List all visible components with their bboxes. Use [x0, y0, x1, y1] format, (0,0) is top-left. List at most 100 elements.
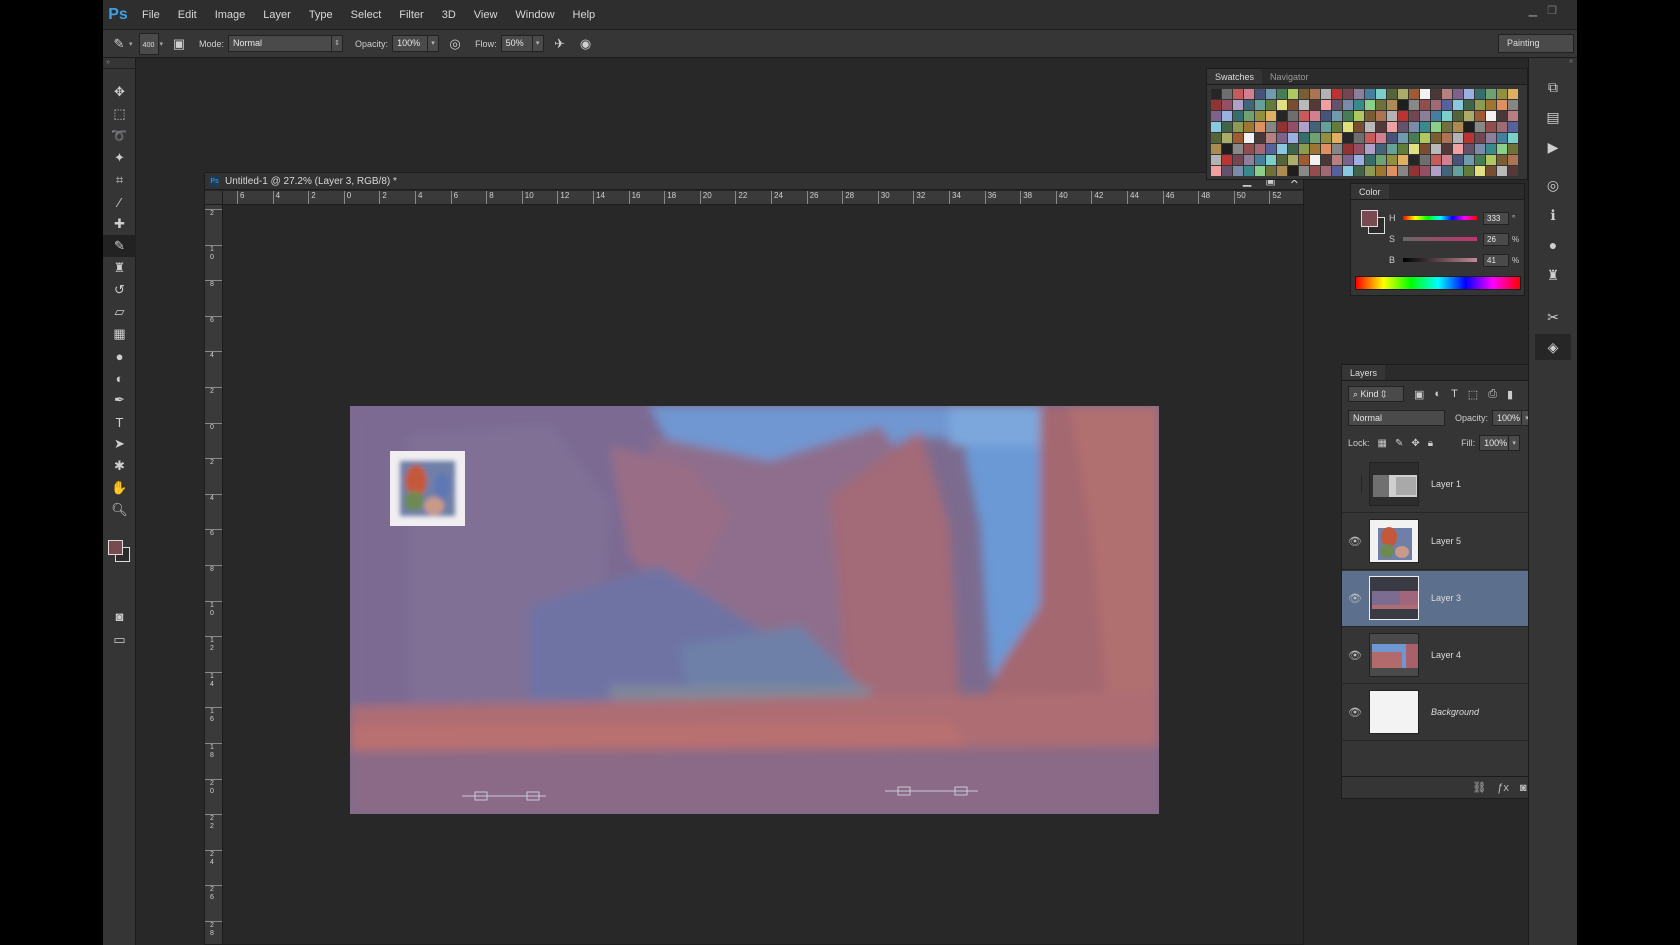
swatch-cell[interactable] [1497, 100, 1507, 110]
swatch-cell[interactable] [1387, 89, 1397, 99]
swatch-cell[interactable] [1497, 133, 1507, 143]
gradient-tool-icon[interactable]: ▦ [103, 323, 136, 345]
swatch-cell[interactable] [1420, 111, 1430, 121]
swatch-cell[interactable] [1332, 89, 1342, 99]
swatch-cell[interactable] [1299, 133, 1309, 143]
swatch-cell[interactable] [1310, 166, 1320, 176]
swatch-cell[interactable] [1420, 166, 1430, 176]
quick-mask-icon[interactable]: ◙ [103, 605, 136, 627]
swatch-cell[interactable] [1332, 122, 1342, 132]
swatch-cell[interactable] [1244, 144, 1254, 154]
menu-view[interactable]: View [465, 0, 507, 30]
swatch-cell[interactable] [1277, 144, 1287, 154]
swatch-cell[interactable] [1486, 89, 1496, 99]
lock-pixels-icon[interactable]: ✎ [1395, 438, 1403, 449]
blend-mode-select[interactable]: Normal [1348, 410, 1445, 426]
pressure-opacity-icon[interactable]: ◎ [445, 34, 465, 54]
swatch-cell[interactable] [1387, 155, 1397, 165]
swatch-cell[interactable] [1310, 111, 1320, 121]
swatch-cell[interactable] [1255, 100, 1265, 110]
swatch-cell[interactable] [1343, 166, 1353, 176]
menu-help[interactable]: Help [564, 0, 605, 30]
swatch-cell[interactable] [1244, 111, 1254, 121]
swatch-cell[interactable] [1475, 111, 1485, 121]
fill-field[interactable]: 100% [1479, 435, 1510, 451]
swatch-cell[interactable] [1244, 89, 1254, 99]
swatch-cell[interactable] [1497, 89, 1507, 99]
lasso-tool-icon[interactable]: ➰ [103, 125, 136, 147]
swatch-cell[interactable] [1376, 133, 1386, 143]
swatch-cell[interactable] [1398, 133, 1408, 143]
swatch-cell[interactable] [1343, 155, 1353, 165]
swatch-cell[interactable] [1376, 100, 1386, 110]
dodge-tool-icon[interactable]: ◐ [103, 367, 136, 389]
menu-filter[interactable]: Filter [390, 0, 432, 30]
swatch-cell[interactable] [1299, 122, 1309, 132]
swatch-cell[interactable] [1354, 122, 1364, 132]
swatch-cell[interactable] [1464, 144, 1474, 154]
swatch-cell[interactable] [1420, 100, 1430, 110]
swatch-cell[interactable] [1354, 144, 1364, 154]
swatch-cell[interactable] [1464, 155, 1474, 165]
swatch-cell[interactable] [1497, 166, 1507, 176]
swatch-cell[interactable] [1420, 133, 1430, 143]
swatch-cell[interactable] [1266, 89, 1276, 99]
eye-icon[interactable]: 👁︎ [1348, 706, 1362, 720]
swatch-cell[interactable] [1420, 122, 1430, 132]
swatch-cell[interactable] [1211, 100, 1221, 110]
layer-name[interactable]: Layer 5 [1431, 536, 1461, 546]
swatch-cell[interactable] [1310, 122, 1320, 132]
actions-panel-icon[interactable]: ▶ [1535, 134, 1571, 160]
swatch-cell[interactable] [1343, 111, 1353, 121]
color-foreground-swatch[interactable] [1361, 210, 1378, 227]
swatch-cell[interactable] [1508, 89, 1518, 99]
swatch-cell[interactable] [1233, 144, 1243, 154]
swatch-cell[interactable] [1398, 122, 1408, 132]
swatch-cell[interactable] [1321, 89, 1331, 99]
swatch-cell[interactable] [1453, 111, 1463, 121]
swatch-cell[interactable] [1343, 122, 1353, 132]
swatch-cell[interactable] [1409, 100, 1419, 110]
swatch-cell[interactable] [1497, 122, 1507, 132]
swatch-cell[interactable] [1409, 155, 1419, 165]
add-mask-icon[interactable]: ◙ [1520, 782, 1527, 794]
swatch-cell[interactable] [1486, 133, 1496, 143]
swatch-cell[interactable] [1409, 122, 1419, 132]
styles-panel-icon[interactable]: ● [1535, 232, 1571, 258]
swatch-cell[interactable] [1475, 166, 1485, 176]
swatch-cell[interactable] [1266, 100, 1276, 110]
link-layers-icon[interactable]: ⛓ [1472, 781, 1486, 794]
swatch-cell[interactable] [1233, 133, 1243, 143]
swatch-cell[interactable] [1233, 166, 1243, 176]
menu-window[interactable]: Window [506, 0, 563, 30]
swatch-cell[interactable] [1288, 144, 1298, 154]
shape-tool-icon[interactable]: ✱ [103, 455, 136, 477]
swatch-cell[interactable] [1464, 133, 1474, 143]
swatch-cell[interactable] [1222, 133, 1232, 143]
swatch-cell[interactable] [1211, 122, 1221, 132]
swatch-cell[interactable] [1310, 144, 1320, 154]
chevron-down-icon[interactable]: ⇕ [332, 35, 344, 52]
brush-tool-icon[interactable]: ✎ [103, 235, 136, 257]
swatch-cell[interactable] [1486, 166, 1496, 176]
swatch-cell[interactable] [1453, 155, 1463, 165]
lock-all-icon[interactable]: 🔒︎ [1428, 438, 1433, 449]
swatch-cell[interactable] [1475, 100, 1485, 110]
swatch-cell[interactable] [1321, 111, 1331, 121]
swatch-cell[interactable] [1266, 122, 1276, 132]
chevron-down-icon[interactable]: ▾ [1509, 435, 1521, 451]
swatch-cell[interactable] [1354, 155, 1364, 165]
swatch-cell[interactable] [1255, 89, 1265, 99]
swatch-cell[interactable] [1244, 133, 1254, 143]
swatch-cell[interactable] [1464, 89, 1474, 99]
swatch-cell[interactable] [1299, 100, 1309, 110]
swatch-cell[interactable] [1233, 111, 1243, 121]
swatch-cell[interactable] [1398, 144, 1408, 154]
swatch-cell[interactable] [1310, 133, 1320, 143]
swatch-cell[interactable] [1398, 89, 1408, 99]
swatch-cell[interactable] [1442, 111, 1452, 121]
screen-mode-icon[interactable]: ▭ [103, 629, 136, 651]
eyedropper-tool-icon[interactable]: ⁄ [103, 191, 136, 213]
type-tool-icon[interactable]: T [103, 411, 136, 433]
swatch-cell[interactable] [1486, 122, 1496, 132]
